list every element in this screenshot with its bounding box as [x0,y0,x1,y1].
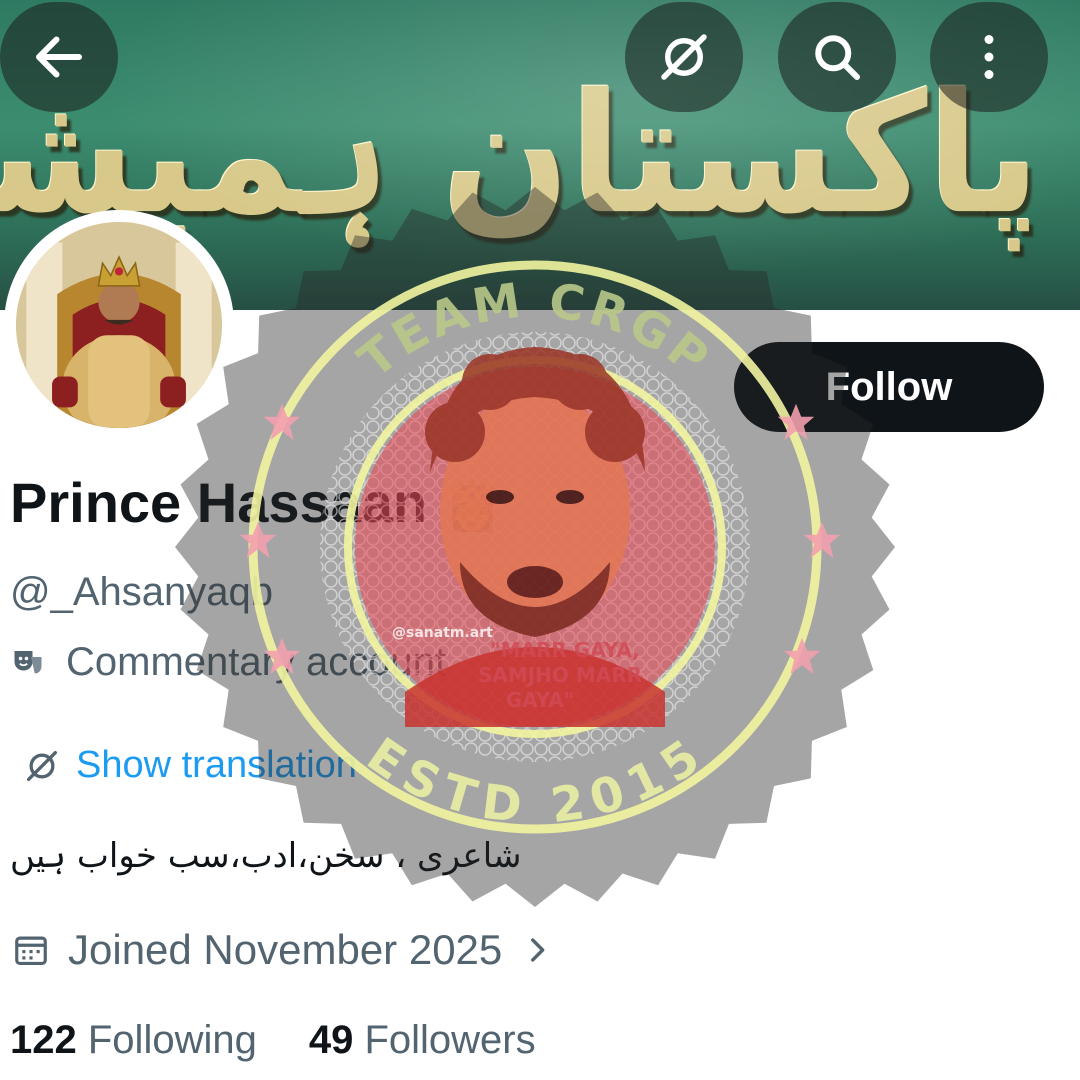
following-count: 122 [10,1018,77,1062]
translate-icon [661,34,707,80]
star-icon [803,521,841,559]
account-label-text: Commentary account [66,640,447,684]
watermark-quote-line3: GAYA" [506,688,574,712]
watermark-quote-line1: "MARR GAYA, [490,638,640,662]
theater-masks-icon [14,650,42,673]
followers-label: Followers [364,1018,536,1062]
search-icon [815,35,860,80]
arrow-left-icon [36,36,82,78]
followers-count: 49 [308,1018,354,1062]
display-name: Prince Hassaan 👸 [10,470,502,535]
avatar-image [16,222,222,428]
translate-button[interactable] [625,2,743,112]
search-button[interactable] [778,2,896,112]
more-button[interactable] [930,2,1048,112]
banner-text: پاکستان ہمیشہ زندہ باد [0,59,1040,251]
watermark-quote-line2: SAMJHO MARR [478,663,642,687]
show-translation-link[interactable]: Show translation [22,744,357,787]
star-icon [263,403,301,441]
show-translation-text[interactable]: Show translation [76,744,357,787]
follow-stats: 122 Following 49 Followers [10,1018,536,1063]
followers-stat[interactable]: 49 Followers [309,1018,536,1063]
avatar[interactable] [4,210,234,440]
profile-bio: شاعری ، سخن،ادب،سب خواب ہیں [10,836,522,876]
following-label: Following [87,1018,257,1062]
watermark-credit: @sanatm.art [392,625,493,641]
follow-button[interactable]: Follow [734,342,1044,432]
watermark-stars [239,403,841,675]
calendar-icon [15,936,47,966]
joined-date[interactable]: Joined November 2025 [12,926,554,974]
back-button[interactable] [0,2,118,112]
account-label: Commentary account [10,640,446,685]
chevron-right-icon [531,938,545,962]
star-icon [783,637,821,675]
display-name-text: Prince Hassaan [10,471,428,534]
following-stat[interactable]: 122 Following [10,1018,257,1063]
user-handle: @_Ahsanyaqb [10,570,274,614]
watermark-lattice-ring [320,332,750,762]
more-vertical-icon [984,35,994,79]
svg-text:ESTD 2015: ESTD 2015 [357,727,713,835]
princess-emoji-icon: 👸 [442,480,503,533]
joined-text: Joined November 2025 [68,926,503,973]
watermark-bottom-text: ESTD 2015 [357,727,709,835]
translate-icon [27,750,57,781]
